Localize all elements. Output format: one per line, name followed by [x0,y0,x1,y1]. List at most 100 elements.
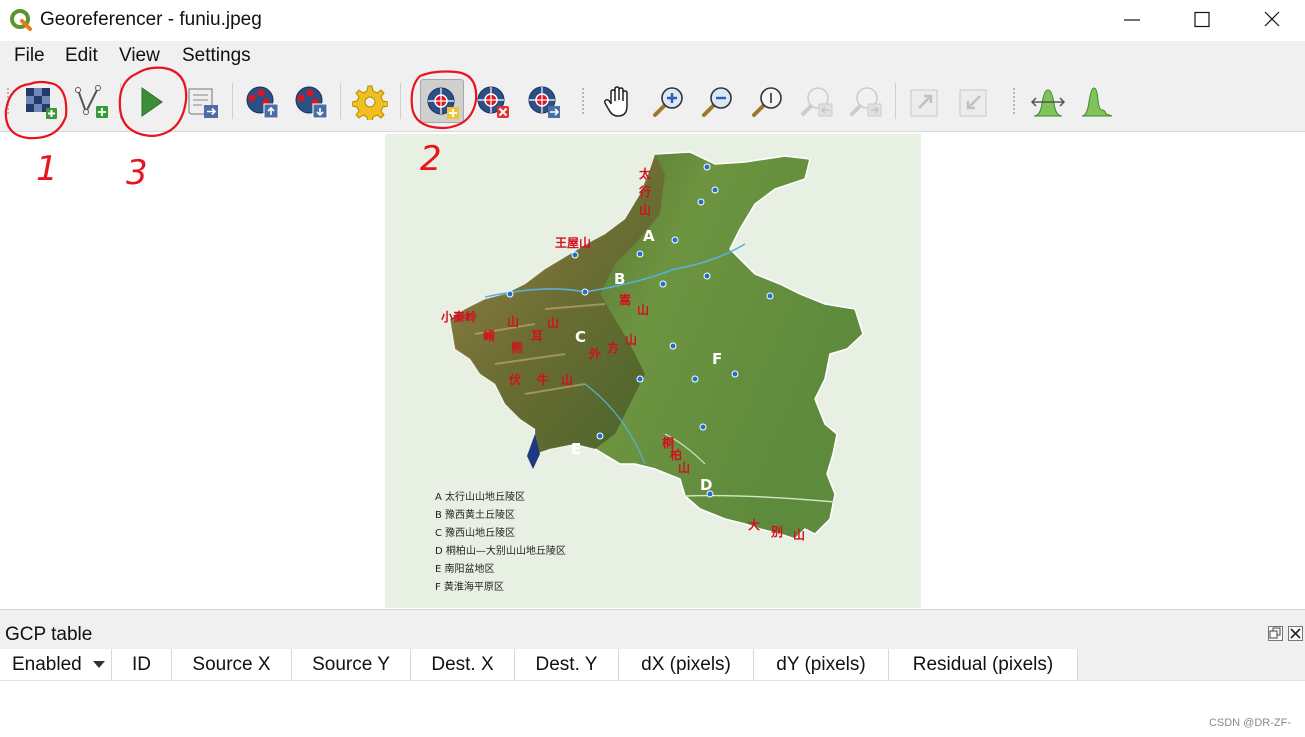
toolbar-grip[interactable] [7,88,11,114]
generate-gdal-script-button[interactable] [180,79,224,123]
zoom-out-icon [702,87,732,117]
column-dx[interactable]: dX (pixels) [619,649,754,680]
float-panel-button[interactable] [1268,626,1283,641]
menu-file[interactable]: File [14,45,45,67]
load-gcp-points-icon [246,86,279,119]
link-qgis-to-georeferencer-button[interactable] [952,79,996,123]
window-title: Georeferencer - funiu.jpeg [40,9,262,30]
map-label: 山 [678,460,690,475]
map-label: 山 [639,202,651,217]
qgis-logo-icon [10,9,32,31]
move-gcp-point-button[interactable] [522,79,566,123]
zoom-last-button[interactable] [795,79,839,123]
menu-edit[interactable]: Edit [65,45,98,67]
column-label: ID [132,654,151,675]
map-label: 王屋山 [555,235,591,250]
full-histogram-stretch-icon [1030,89,1066,117]
map-label: 方 [607,340,619,355]
load-gcp-points-button[interactable] [240,79,284,123]
local-histogram-stretch-icon [1081,87,1113,117]
map-label: 别 [770,525,783,539]
menu-settings[interactable]: Settings [182,45,251,67]
add-point-icon [427,87,459,119]
map-label: 耳 [531,329,543,343]
zoom-to-layer-icon [752,87,782,117]
legend-item: A 太行山山地丘陵区 [435,490,525,503]
pan-button[interactable] [597,79,641,123]
menu-view[interactable]: View [119,45,160,67]
zoom-in-button[interactable] [646,79,690,123]
column-label: dY (pixels) [776,654,866,675]
toolbar-grip[interactable] [582,88,586,114]
column-label: Residual (pixels) [912,654,1054,675]
map-label: 柏 [670,447,682,462]
legend-item: E 南阳盆地区 [435,562,495,575]
close-button[interactable] [1237,0,1305,40]
close-panel-button[interactable] [1288,626,1303,641]
chevron-down-icon[interactable] [93,661,105,669]
zoom-in-icon [653,87,683,117]
column-enabled[interactable]: Enabled [0,649,112,680]
save-gcp-points-button[interactable] [289,79,333,123]
column-id[interactable]: ID [112,649,172,680]
map-label: 山 [625,332,637,347]
map-label: 山 [507,314,519,329]
zoom-next-button[interactable] [844,79,888,123]
map-label: 小秦岭 [441,309,477,324]
column-residual[interactable]: Residual (pixels) [889,649,1078,680]
add-vector-button[interactable] [70,79,114,123]
delete-point-button[interactable] [471,79,515,123]
region-letter: E [571,440,581,458]
maximize-button[interactable] [1167,0,1237,40]
column-source-x[interactable]: Source X [172,649,292,680]
save-gcp-points-icon [295,86,328,119]
region-letter: F [712,350,722,368]
maximize-icon [1194,11,1210,28]
henan-relief-map: 太 行 山 王屋山 小秦岭 崤 山 熊 耳 山 外 方 山 伏 牛 山 嵩 山 … [385,134,921,608]
column-label: Dest. Y [535,654,598,675]
minimize-button[interactable] [1097,0,1167,40]
add-point-button[interactable] [420,79,464,123]
region-letter: D [700,476,712,494]
map-label: 牛 [537,372,549,387]
column-label: dX (pixels) [641,654,731,675]
column-dest-x[interactable]: Dest. X [411,649,515,680]
local-histogram-stretch-button[interactable] [1075,79,1119,123]
column-label: Enabled [12,654,82,675]
map-label: 山 [547,315,559,330]
open-raster-icon [26,88,57,119]
pan-icon [603,86,628,117]
column-label: Source Y [312,654,390,675]
column-source-y[interactable]: Source Y [292,649,411,680]
legend-item: F 黄淮海平原区 [435,580,504,593]
close-icon [1264,11,1280,27]
minimize-icon [1124,19,1140,21]
full-histogram-stretch-button[interactable] [1026,79,1070,123]
link-georeferencer-to-qgis-button[interactable] [903,79,947,123]
map-label: 行 [638,184,651,199]
map-label: 崤 [483,328,495,343]
gear-icon [352,85,388,120]
zoom-out-button[interactable] [695,79,739,123]
column-dy[interactable]: dY (pixels) [754,649,889,680]
gcp-table-header: Enabled ID Source X Source Y Dest. X Des… [0,649,1078,680]
raster-image: 太 行 山 王屋山 小秦岭 崤 山 熊 耳 山 外 方 山 伏 牛 山 嵩 山 … [385,134,921,608]
delete-point-icon [477,86,509,118]
legend-item: B 豫西黄土丘陵区 [435,508,515,521]
toolbar-grip[interactable] [1013,88,1017,114]
map-canvas[interactable]: 太 行 山 王屋山 小秦岭 崤 山 熊 耳 山 外 方 山 伏 牛 山 嵩 山 … [0,132,1305,609]
column-label: Source X [192,654,271,675]
gcp-table-body[interactable]: CSDN @DR-ZF- [0,680,1305,737]
zoom-to-layer-button[interactable] [745,79,789,123]
open-raster-button[interactable] [18,79,62,123]
map-label: 山 [637,302,649,317]
map-label: 外 [589,346,601,361]
zoom-last-icon [801,87,833,117]
zoom-next-icon [850,87,882,117]
transformation-settings-button[interactable] [348,79,392,123]
column-dest-y[interactable]: Dest. Y [515,649,619,680]
title-bar: Georeferencer - funiu.jpeg [0,0,1305,40]
map-label: 山 [793,527,805,542]
start-georeferencing-button[interactable] [128,79,172,123]
region-letter: C [575,328,586,346]
